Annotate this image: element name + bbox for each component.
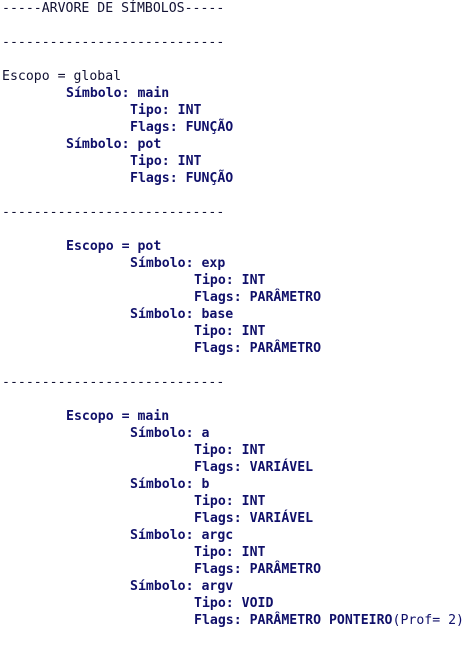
symbol-line: Símbolo: a: [2, 425, 472, 442]
symbol-line: Símbolo: argc: [2, 527, 472, 544]
flags-label: Flags:: [194, 460, 250, 475]
symbol-name: argc: [201, 528, 234, 543]
symbol-line: Símbolo: b: [2, 476, 472, 493]
flags-value: PARÂMETRO: [249, 290, 322, 305]
type-line: Tipo: VOID: [2, 595, 472, 612]
flags-value: FUNÇÃO: [185, 120, 234, 135]
type-label: Tipo:: [194, 324, 242, 339]
type-line: Tipo: INT: [2, 493, 472, 510]
symbol-line: Símbolo: pot: [2, 136, 472, 153]
flags-label: Flags:: [194, 613, 250, 628]
symbol-label: Símbolo:: [130, 528, 202, 543]
symbol-label: Símbolo:: [66, 137, 138, 152]
type-value: INT: [241, 494, 266, 509]
symbol-line: Símbolo: main: [2, 85, 472, 102]
flags-label: Flags:: [194, 290, 250, 305]
type-label: Tipo:: [194, 273, 242, 288]
type-value: INT: [177, 103, 202, 118]
scope-header-global: Escopo = global: [2, 68, 472, 85]
flags-line: Flags: PARÂMETRO PONTEIRO(Prof= 2): [2, 612, 472, 629]
symbol-name: pot: [137, 137, 162, 152]
type-line: Tipo: INT: [2, 442, 472, 459]
symbol-line: Símbolo: argv: [2, 578, 472, 595]
type-line: Tipo: INT: [2, 102, 472, 119]
type-label: Tipo:: [194, 443, 242, 458]
symbol-label: Símbolo:: [130, 477, 202, 492]
flags-value: PARÂMETRO PONTEIRO: [249, 613, 393, 628]
type-label: Tipo:: [194, 596, 242, 611]
scope-header-pot: Escopo = pot: [2, 238, 472, 255]
symbol-name: b: [201, 477, 210, 492]
flags-value: PARÂMETRO: [249, 562, 322, 577]
scope-name: main: [137, 409, 170, 424]
scope-name: pot: [137, 239, 162, 254]
type-label: Tipo:: [194, 494, 242, 509]
flags-value: PARÂMETRO: [249, 341, 322, 356]
flags-label: Flags:: [194, 562, 250, 577]
scope-label: Escopo =: [2, 69, 74, 84]
flags-line: Flags: PARÂMETRO: [2, 561, 472, 578]
symbol-name: a: [201, 426, 210, 441]
symbol-name: argv: [201, 579, 234, 594]
type-line: Tipo: INT: [2, 323, 472, 340]
tree-title: -----ARVORE DE SÍMBOLOS-----: [2, 1, 225, 16]
symbol-label: Símbolo:: [130, 426, 202, 441]
flags-line: Flags: PARÂMETRO: [2, 289, 472, 306]
symbol-line: Símbolo: exp: [2, 255, 472, 272]
flags-label: Flags:: [194, 341, 250, 356]
type-line: Tipo: INT: [2, 544, 472, 561]
flags-value: FUNÇÃO: [185, 171, 234, 186]
symbol-label: Símbolo:: [66, 86, 138, 101]
flags-line: Flags: VARIÁVEL: [2, 510, 472, 527]
scope-name: global: [73, 69, 122, 84]
symbol-label: Símbolo:: [130, 307, 202, 322]
type-label: Tipo:: [130, 103, 178, 118]
separator: ----------------------------: [2, 375, 225, 390]
symbol-label: Símbolo:: [130, 256, 202, 271]
symbol-name: exp: [201, 256, 226, 271]
scope-label: Escopo =: [66, 239, 138, 254]
pointer-depth: (Prof= 2): [392, 613, 464, 628]
type-value: INT: [177, 154, 202, 169]
scope-label: Escopo =: [66, 409, 138, 424]
type-value: VOID: [241, 596, 274, 611]
symbol-line: Símbolo: base: [2, 306, 472, 323]
flags-line: Flags: FUNÇÃO: [2, 119, 472, 136]
symbol-name: main: [137, 86, 170, 101]
type-line: Tipo: INT: [2, 272, 472, 289]
flags-label: Flags:: [194, 511, 250, 526]
flags-label: Flags:: [130, 171, 186, 186]
type-label: Tipo:: [194, 545, 242, 560]
flags-value: VARIÁVEL: [249, 511, 314, 526]
flags-value: VARIÁVEL: [249, 460, 314, 475]
separator: ----------------------------: [2, 35, 225, 50]
flags-line: Flags: FUNÇÃO: [2, 170, 472, 187]
type-value: INT: [241, 443, 266, 458]
type-value: INT: [241, 324, 266, 339]
type-value: INT: [241, 273, 266, 288]
symbol-name: base: [201, 307, 234, 322]
type-line: Tipo: INT: [2, 153, 472, 170]
flags-line: Flags: VARIÁVEL: [2, 459, 472, 476]
flags-line: Flags: PARÂMETRO: [2, 340, 472, 357]
separator: ----------------------------: [2, 205, 225, 220]
symbol-tree-output: -----ARVORE DE SÍMBOLOS----- -----------…: [2, 0, 472, 629]
scope-header-main: Escopo = main: [2, 408, 472, 425]
symbol-label: Símbolo:: [130, 579, 202, 594]
type-label: Tipo:: [130, 154, 178, 169]
type-value: INT: [241, 545, 266, 560]
flags-label: Flags:: [130, 120, 186, 135]
